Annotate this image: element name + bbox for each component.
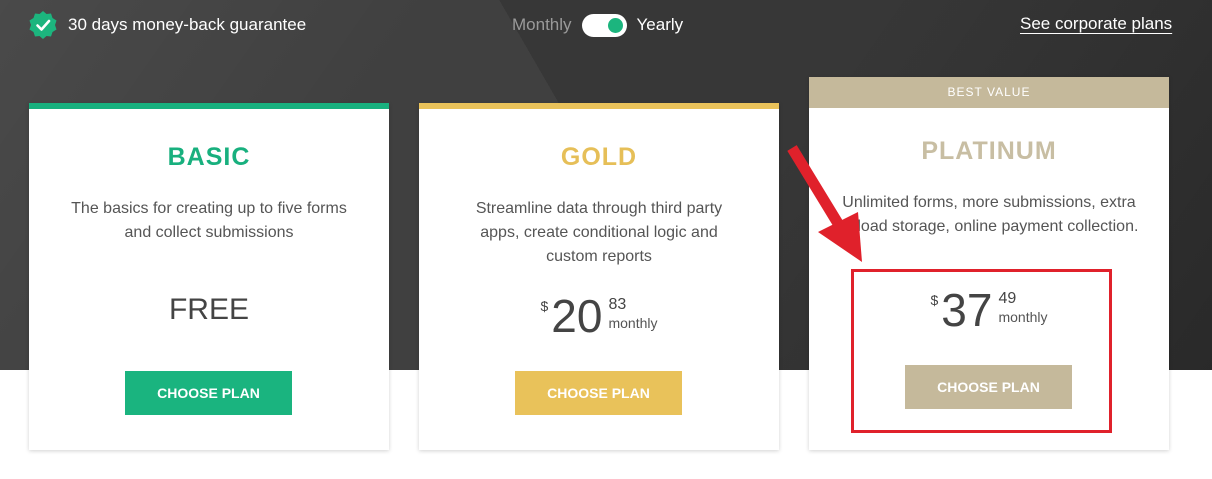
choose-plan-button-gold[interactable]: CHOOSE PLAN	[515, 371, 682, 415]
corporate-plans-link[interactable]: See corporate plans	[1020, 14, 1172, 34]
verified-badge-icon	[29, 11, 57, 39]
plan-price: $ 20 83 monthly	[419, 292, 779, 340]
monthly-label[interactable]: Monthly	[512, 15, 572, 35]
plan-price: FREE	[168, 293, 249, 326]
price-period: monthly	[608, 315, 658, 331]
price-cents: 83	[608, 296, 627, 313]
plan-description: Streamline data through third party apps…	[475, 200, 723, 265]
billing-switch[interactable]	[581, 13, 627, 37]
price-currency: $	[540, 298, 549, 314]
plan-name: BASIC	[167, 143, 251, 171]
plan-card-gold: GOLD Streamline data through third party…	[419, 103, 779, 450]
highlight-box	[851, 269, 1112, 433]
guarantee-text: 30 days money-back guarantee	[68, 15, 307, 34]
choose-plan-button-basic[interactable]: CHOOSE PLAN	[125, 371, 292, 415]
money-back-guarantee: 30 days money-back guarantee	[28, 10, 306, 40]
plan-description: The basics for creating up to five forms…	[71, 200, 347, 241]
plan-card-basic: BASIC The basics for creating up to five…	[29, 103, 389, 450]
plan-description: Unlimited forms, more submissions, extra…	[839, 194, 1139, 235]
switch-knob	[607, 17, 623, 33]
best-value-ribbon: BEST VALUE	[809, 77, 1169, 108]
red-arrow-icon	[787, 145, 862, 262]
plan-name: GOLD	[560, 143, 638, 171]
billing-toggle: Monthly Yearly	[512, 12, 683, 38]
price-whole: 20	[551, 290, 603, 342]
yearly-label[interactable]: Yearly	[637, 15, 684, 35]
